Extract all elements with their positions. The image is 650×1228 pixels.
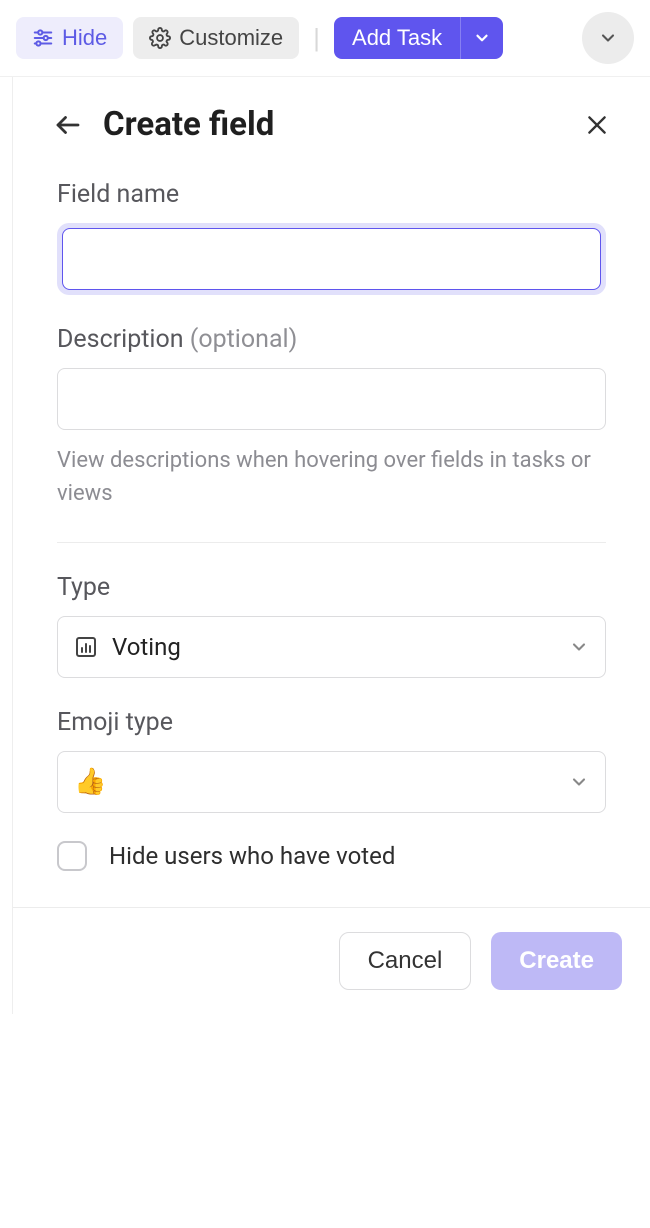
close-icon [584, 112, 610, 138]
panel-footer: Cancel Create [13, 907, 650, 1014]
chevron-down-icon [598, 28, 618, 48]
customize-label: Customize [179, 25, 283, 51]
description-input[interactable] [57, 368, 606, 430]
voting-icon [74, 635, 98, 659]
hide-users-checkbox[interactable] [57, 841, 87, 871]
panel-header: Create field [13, 77, 650, 172]
hide-users-label: Hide users who have voted [109, 842, 395, 870]
cancel-label: Cancel [368, 947, 443, 974]
toolbar: Hide Customize | Add Task [0, 0, 650, 77]
description-label: Description (optional) [57, 325, 606, 354]
chevron-down-icon [569, 637, 589, 657]
hide-label: Hide [62, 25, 107, 51]
add-task-dropdown-button[interactable] [460, 17, 503, 59]
field-name-input-wrap [57, 223, 606, 295]
chevron-down-icon [473, 29, 491, 47]
create-field-panel: Create field Field name Description (opt… [12, 77, 650, 1014]
type-label: Type [57, 573, 606, 602]
add-task-label: Add Task [352, 25, 442, 50]
type-value: Voting [112, 633, 569, 661]
create-label: Create [519, 947, 594, 974]
gear-icon [149, 27, 171, 49]
hide-users-row: Hide users who have voted [57, 841, 606, 871]
type-select[interactable]: Voting [57, 616, 606, 678]
toolbar-separator: | [313, 22, 320, 55]
create-button[interactable]: Create [491, 932, 622, 990]
description-helper: View descriptions when hovering over fie… [57, 444, 606, 510]
add-task-group: Add Task [334, 17, 503, 59]
emoji-type-label: Emoji type [57, 708, 606, 737]
back-button[interactable] [53, 110, 83, 140]
field-name-label: Field name [57, 180, 606, 209]
emoji-type-select[interactable]: 👍 [57, 751, 606, 813]
arrow-left-icon [53, 110, 83, 140]
add-task-button[interactable]: Add Task [334, 17, 460, 59]
customize-button[interactable]: Customize [133, 17, 299, 59]
form-body: Field name Description (optional) View d… [13, 180, 650, 871]
more-button[interactable] [582, 12, 634, 64]
sliders-icon [32, 27, 54, 49]
close-button[interactable] [584, 112, 610, 138]
description-optional: (optional) [190, 325, 298, 354]
hide-button[interactable]: Hide [16, 17, 123, 59]
section-divider [57, 542, 606, 543]
emoji-type-value: 👍 [74, 767, 569, 797]
chevron-down-icon [569, 772, 589, 792]
field-name-input[interactable] [62, 228, 601, 290]
page-title: Create field [103, 105, 564, 144]
description-label-text: Description [57, 325, 190, 354]
cancel-button[interactable]: Cancel [339, 932, 472, 990]
